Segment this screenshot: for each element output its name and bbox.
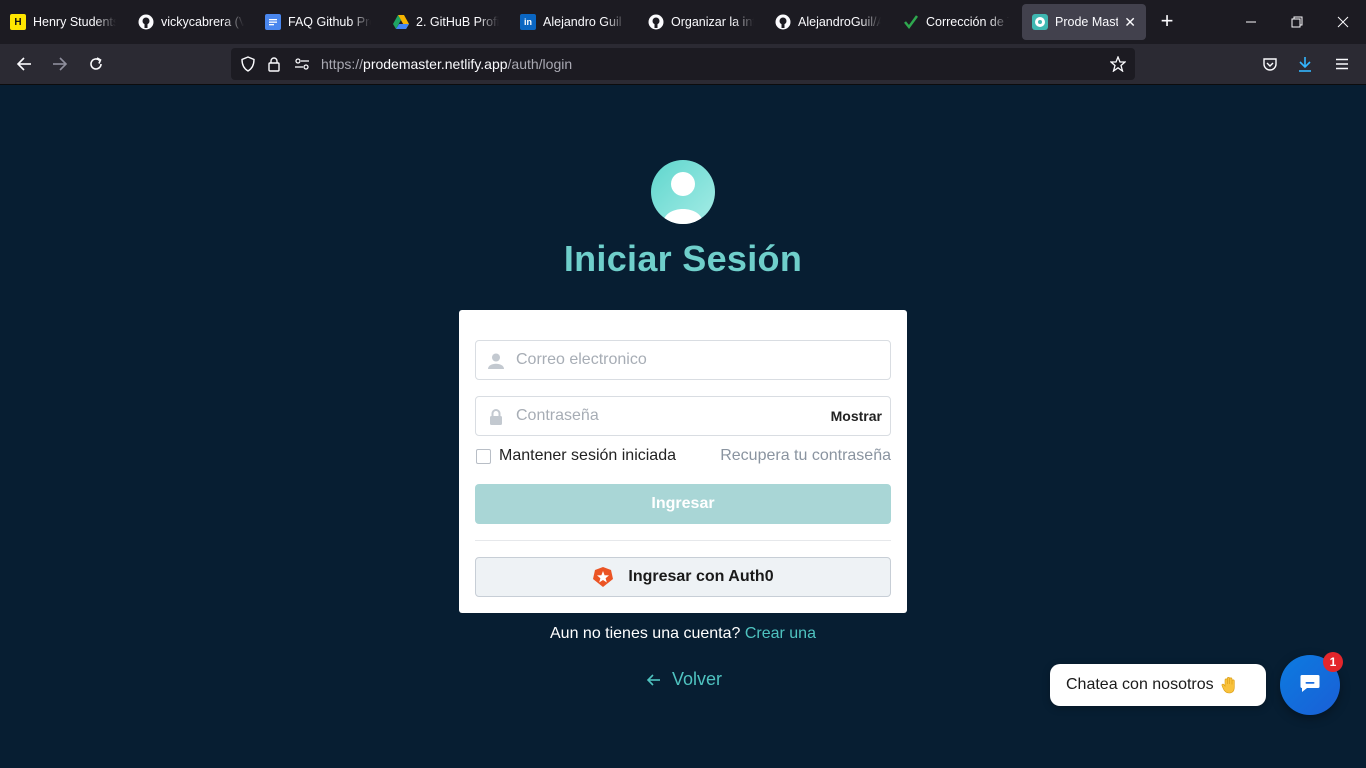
recover-password-link[interactable]: Recupera tu contraseña <box>720 447 891 465</box>
remember-label[interactable]: Mantener sesión iniciada <box>499 447 676 465</box>
download-icon[interactable] <box>1291 50 1319 78</box>
divider <box>475 540 891 541</box>
signup-prompt: Aun no tienes una cuenta? Crear una <box>0 625 1366 643</box>
forward-arrow-icon[interactable] <box>46 50 74 78</box>
pocket-icon[interactable] <box>1256 50 1284 78</box>
github-icon <box>648 14 664 30</box>
browser-tab[interactable]: Corrección de Te <box>893 4 1019 40</box>
lock-icon[interactable] <box>265 55 283 73</box>
tab-title: Prode Master <box>1055 15 1119 29</box>
tab-title: FAQ Github Prof <box>288 15 371 29</box>
auth0-logo-icon <box>592 566 614 588</box>
browser-tab-active[interactable]: Prode Master ✕ <box>1022 4 1146 40</box>
tab-title: Organizar la info <box>671 15 754 29</box>
tab-close-icon[interactable]: ✕ <box>1124 14 1136 31</box>
browser-tab[interactable]: 2. GitHuB Profile <box>383 4 509 40</box>
arrow-left-icon <box>646 672 662 688</box>
window-close-icon[interactable] <box>1320 0 1366 44</box>
back-label: Volver <box>672 669 723 689</box>
restore-icon[interactable] <box>1274 0 1320 44</box>
new-tab-plus-icon[interactable]: + <box>1156 10 1178 33</box>
address-bar[interactable]: https://prodemaster.netlify.app/auth/log… <box>231 48 1135 80</box>
github-icon <box>775 14 791 30</box>
tab-title: 2. GitHuB Profile <box>416 15 499 29</box>
login-submit-button[interactable]: Ingresar <box>475 484 891 524</box>
back-arrow-icon[interactable] <box>10 50 38 78</box>
email-field[interactable] <box>475 340 891 380</box>
checkmark-icon <box>903 14 919 30</box>
prode-master-icon <box>1032 14 1048 30</box>
browser-nav-bar: https://prodemaster.netlify.app/auth/log… <box>0 44 1366 85</box>
chat-notification-badge: 1 <box>1323 652 1343 672</box>
menu-hamburger-icon[interactable] <box>1328 50 1356 78</box>
browser-tab-bar: H Henry Students vickycabrera (Vi FAQ Gi… <box>0 0 1366 44</box>
tab-title: vickycabrera (Vi <box>161 15 244 29</box>
browser-tab[interactable]: in Alejandro Guil | <box>510 4 636 40</box>
auth0-login-button[interactable]: Ingresar con Auth0 <box>475 557 891 597</box>
tab-title: Corrección de Te <box>926 15 1009 29</box>
login-card: Mostrar Mantener sesión iniciada Recuper… <box>459 310 907 613</box>
show-password-button[interactable]: Mostrar <box>831 408 882 424</box>
henry-icon: H <box>10 14 26 30</box>
back-link[interactable]: Volver <box>646 669 722 690</box>
remember-checkbox[interactable] <box>476 449 491 464</box>
minimize-icon[interactable] <box>1228 0 1274 44</box>
signup-question: Aun no tienes una cuenta? <box>550 625 741 642</box>
url-text[interactable]: https://prodemaster.netlify.app/auth/log… <box>321 56 572 72</box>
login-page: Iniciar Sesión Mostrar Mantener sesión i… <box>0 85 1366 768</box>
user-icon <box>487 352 505 370</box>
github-icon <box>138 14 154 30</box>
browser-tab[interactable]: vickycabrera (Vi <box>128 4 254 40</box>
shield-icon[interactable] <box>239 55 257 73</box>
bookmark-star-icon[interactable] <box>1109 55 1127 73</box>
google-docs-icon <box>265 14 281 30</box>
remember-row: Mantener sesión iniciada Recupera tu con… <box>475 445 891 467</box>
google-drive-icon <box>393 14 409 30</box>
waving-hand-icon <box>1220 675 1240 695</box>
browser-tab[interactable]: H Henry Students <box>0 4 126 40</box>
tab-title: Alejandro Guil | <box>543 15 626 29</box>
permissions-icon[interactable] <box>293 55 311 73</box>
chat-prompt-bubble[interactable]: Chatea con nosotros <box>1050 664 1266 706</box>
password-field[interactable]: Mostrar <box>475 396 891 436</box>
browser-tab[interactable]: FAQ Github Prof <box>255 4 381 40</box>
email-input[interactable] <box>516 341 816 379</box>
user-avatar-icon <box>651 160 715 224</box>
tab-title: AlejandroGuil/A <box>798 15 881 29</box>
page-title: Iniciar Sesión <box>563 238 803 279</box>
chat-prompt-text: Chatea con nosotros <box>1066 676 1214 693</box>
browser-tab[interactable]: Organizar la info <box>638 4 764 40</box>
browser-tab[interactable]: AlejandroGuil/A <box>765 4 891 40</box>
url-path: /auth/login <box>507 56 573 72</box>
linkedin-icon: in <box>520 14 536 30</box>
url-host: prodemaster.netlify.app <box>363 56 508 72</box>
chat-bubble-icon <box>1298 671 1322 700</box>
password-input[interactable] <box>516 397 816 435</box>
url-scheme: https:// <box>321 56 364 72</box>
tab-title: Henry Students <box>33 15 116 29</box>
auth0-button-label: Ingresar con Auth0 <box>628 568 774 585</box>
lock-icon <box>487 408 505 426</box>
reload-icon[interactable] <box>82 50 110 78</box>
create-account-link[interactable]: Crear una <box>745 625 816 642</box>
